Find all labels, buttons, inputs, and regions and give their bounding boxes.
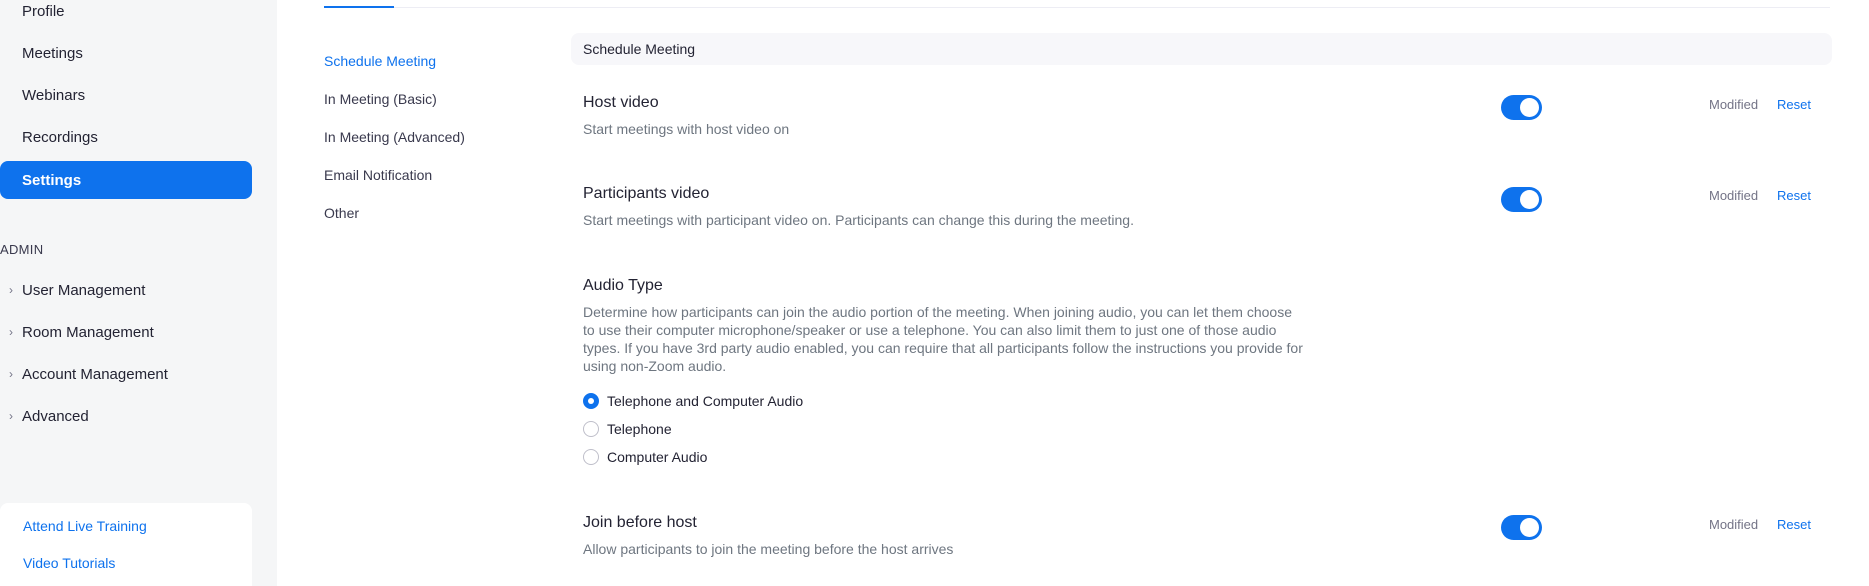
participants-video-title: Participants video bbox=[583, 185, 710, 202]
radio-label: Telephone bbox=[607, 421, 672, 437]
sidebar-item-profile[interactable]: Profile bbox=[0, 0, 252, 30]
join-before-host-toggle[interactable] bbox=[1501, 515, 1542, 540]
sidebar-item-label: Webinars bbox=[22, 86, 86, 104]
section-title: Schedule Meeting bbox=[583, 41, 696, 57]
audio-option-computer-audio[interactable]: Computer Audio bbox=[583, 448, 707, 466]
video-tutorials-link[interactable]: Video Tutorials bbox=[23, 555, 115, 571]
toggle-knob bbox=[1520, 518, 1539, 537]
sidebar-item-account-management[interactable]: › Account Management bbox=[0, 358, 252, 390]
toggle-knob bbox=[1520, 98, 1539, 117]
radio-label: Telephone and Computer Audio bbox=[607, 393, 804, 409]
radio-unselected-icon bbox=[583, 421, 599, 437]
participants-video-modified-label: Modified bbox=[1709, 188, 1759, 203]
sidebar-item-label: User Management bbox=[22, 281, 146, 299]
participants-video-description: Start meetings with participant video on… bbox=[583, 212, 1134, 228]
active-tab-indicator bbox=[324, 6, 394, 8]
chevron-right-icon: › bbox=[9, 367, 13, 381]
host-video-modified-label: Modified bbox=[1709, 97, 1759, 112]
join-before-host-description: Allow participants to join the meeting b… bbox=[583, 541, 954, 557]
sidebar-item-label: Profile bbox=[22, 2, 65, 20]
sidebar-item-advanced[interactable]: › Advanced bbox=[0, 400, 252, 432]
subnav-email-notification[interactable]: Email Notification bbox=[324, 167, 432, 183]
sidebar-item-label: Account Management bbox=[22, 365, 168, 383]
sidebar-item-label: Meetings bbox=[22, 44, 83, 62]
sidebar-item-recordings[interactable]: Recordings bbox=[0, 118, 252, 156]
host-video-description: Start meetings with host video on bbox=[583, 121, 790, 137]
main-content: Schedule Meeting In Meeting (Basic) In M… bbox=[277, 0, 1869, 586]
host-video-title: Host video bbox=[583, 94, 659, 111]
attend-live-training-link[interactable]: Attend Live Training bbox=[23, 518, 147, 534]
join-before-host-modified-label: Modified bbox=[1709, 517, 1759, 532]
join-before-host-title: Join before host bbox=[583, 514, 697, 531]
host-video-toggle[interactable] bbox=[1501, 95, 1542, 120]
sidebar-item-label: Settings bbox=[22, 171, 82, 189]
participants-video-reset-link[interactable]: Reset bbox=[1777, 188, 1811, 203]
help-links-panel: Attend Live Training Video Tutorials bbox=[0, 503, 252, 586]
radio-label: Computer Audio bbox=[607, 449, 708, 465]
toggle-knob bbox=[1520, 190, 1539, 209]
section-header: Schedule Meeting bbox=[571, 33, 1832, 65]
audio-option-telephone-and-computer[interactable]: Telephone and Computer Audio bbox=[583, 392, 803, 410]
subnav-schedule-meeting[interactable]: Schedule Meeting bbox=[324, 53, 436, 69]
subnav-in-meeting-basic[interactable]: In Meeting (Basic) bbox=[324, 91, 437, 107]
audio-type-description: Determine how participants can join the … bbox=[583, 304, 1303, 374]
host-video-reset-link[interactable]: Reset bbox=[1777, 97, 1811, 112]
sidebar-item-meetings[interactable]: Meetings bbox=[0, 34, 252, 72]
radio-selected-icon bbox=[583, 393, 599, 409]
subnav-other[interactable]: Other bbox=[324, 205, 359, 221]
sidebar-item-settings[interactable]: Settings bbox=[0, 161, 252, 199]
radio-unselected-icon bbox=[583, 449, 599, 465]
join-before-host-reset-link[interactable]: Reset bbox=[1777, 517, 1811, 532]
chevron-right-icon: › bbox=[9, 325, 13, 339]
sidebar-item-user-management[interactable]: › User Management bbox=[0, 274, 252, 306]
audio-option-telephone[interactable]: Telephone bbox=[583, 420, 672, 438]
sidebar-item-webinars[interactable]: Webinars bbox=[0, 76, 252, 114]
chevron-right-icon: › bbox=[9, 409, 13, 423]
sidebar-item-room-management[interactable]: › Room Management bbox=[0, 316, 252, 348]
sidebar-item-label: Advanced bbox=[22, 407, 89, 425]
chevron-right-icon: › bbox=[9, 283, 13, 297]
sidebar-item-label: Room Management bbox=[22, 323, 154, 341]
sidebar-item-label: Recordings bbox=[22, 128, 98, 146]
admin-section-label: ADMIN bbox=[0, 242, 44, 257]
sidebar: Profile Meetings Webinars Recordings Set… bbox=[0, 0, 277, 586]
audio-type-title: Audio Type bbox=[583, 277, 663, 294]
subnav-in-meeting-advanced[interactable]: In Meeting (Advanced) bbox=[324, 129, 465, 145]
tab-divider bbox=[324, 7, 1830, 8]
participants-video-toggle[interactable] bbox=[1501, 187, 1542, 212]
